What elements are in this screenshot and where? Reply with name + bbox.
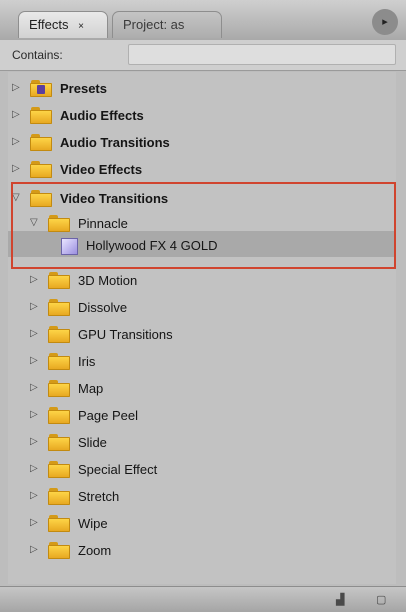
panel-tab-bar: Effects × Project: as ▸ xyxy=(0,0,406,40)
tree-item-label: Video Effects xyxy=(60,162,143,177)
folder-icon xyxy=(48,515,70,532)
tree-item-zoom[interactable]: ▷ Zoom xyxy=(8,538,396,564)
tree-item-wipe[interactable]: ▷ Wipe xyxy=(8,511,396,537)
expand-triangle-icon[interactable]: ▷ xyxy=(12,82,20,93)
contains-label: Contains: xyxy=(12,48,63,62)
folder-icon xyxy=(48,272,70,289)
expand-triangle-icon[interactable]: ▷ xyxy=(30,436,38,447)
expand-triangle-icon[interactable]: ▷ xyxy=(12,109,20,120)
tree-item-label: Slide xyxy=(78,435,107,450)
tree-item-label: Page Peel xyxy=(78,408,138,423)
expand-triangle-icon[interactable]: ▷ xyxy=(30,409,38,420)
effects-tree: ▷ Presets ▷ Audio Effects ▷ Audio Transi… xyxy=(8,72,396,584)
tree-item-audio-transitions[interactable]: ▷ Audio Transitions xyxy=(8,130,396,156)
new-bin-icon[interactable]: ▟ xyxy=(336,593,350,606)
tree-item-iris[interactable]: ▷ Iris xyxy=(8,349,396,375)
folder-icon xyxy=(48,542,70,559)
folder-icon xyxy=(48,407,70,424)
delete-icon[interactable]: ▢ xyxy=(376,593,390,606)
tree-item-stretch[interactable]: ▷ Stretch xyxy=(8,484,396,510)
panel-bottom-bar: ▟ ▢ xyxy=(0,586,406,612)
tree-item-label: Map xyxy=(78,381,104,396)
tree-item-page-peel[interactable]: ▷ Page Peel xyxy=(8,403,396,429)
tab-effects-label: Effects xyxy=(29,17,69,32)
tab-project[interactable]: Project: as xyxy=(112,11,222,38)
search-row: Contains: xyxy=(0,40,406,71)
tree-item-label: Iris xyxy=(78,354,96,369)
expand-triangle-icon[interactable]: ▷ xyxy=(30,382,38,393)
tree-item-label: Wipe xyxy=(78,516,108,531)
tree-item-presets[interactable]: ▷ Presets xyxy=(8,76,396,102)
tab-effects[interactable]: Effects × xyxy=(18,11,108,38)
tree-item-label: Presets xyxy=(60,81,107,96)
expand-triangle-icon[interactable]: ▷ xyxy=(12,136,20,147)
tree-item-special-effect[interactable]: ▷ Special Effect xyxy=(8,457,396,483)
tree-item-dissolve[interactable]: ▷ Dissolve xyxy=(8,295,396,321)
tree-item-label: Dissolve xyxy=(78,300,128,315)
folder-icon xyxy=(30,161,52,178)
tree-item-gpu-transitions[interactable]: ▷ GPU Transitions xyxy=(8,322,396,348)
panel-menu-icon[interactable]: ▸ xyxy=(372,9,398,35)
tree-item-slide[interactable]: ▷ Slide xyxy=(8,430,396,456)
folder-icon xyxy=(30,80,52,97)
tree-item-label: Stretch xyxy=(78,489,120,504)
expand-triangle-icon[interactable]: ▷ xyxy=(30,463,38,474)
tree-item-video-effects[interactable]: ▷ Video Effects xyxy=(8,157,396,183)
folder-icon xyxy=(48,461,70,478)
expand-triangle-icon[interactable]: ▷ xyxy=(12,163,20,174)
expand-triangle-icon[interactable]: ▷ xyxy=(30,274,38,285)
tab-project-label: Project: as xyxy=(123,17,185,32)
expand-triangle-icon[interactable]: ▷ xyxy=(30,544,38,555)
search-input[interactable] xyxy=(128,44,396,65)
tree-item-label: Zoom xyxy=(78,543,112,558)
expand-triangle-icon[interactable]: ▷ xyxy=(30,328,38,339)
tree-item-audio-effects[interactable]: ▷ Audio Effects xyxy=(8,103,396,129)
tree-item-label: Audio Effects xyxy=(60,108,144,123)
effects-panel: Effects × Project: as ▸ Contains: ▷ Pres… xyxy=(0,0,406,612)
folder-icon xyxy=(30,134,52,151)
tree-item-map[interactable]: ▷ Map xyxy=(8,376,396,402)
tree-item-3d-motion[interactable]: ▷ 3D Motion xyxy=(8,268,396,294)
tree-item-label: GPU Transitions xyxy=(78,327,173,342)
folder-icon xyxy=(48,380,70,397)
tree-item-label: Audio Transitions xyxy=(60,135,170,150)
expand-triangle-icon[interactable]: ▷ xyxy=(30,490,38,501)
folder-icon xyxy=(30,107,52,124)
folder-icon xyxy=(48,353,70,370)
tree-item-label: 3D Motion xyxy=(78,273,138,288)
tree-item-label: Special Effect xyxy=(78,462,158,477)
folder-icon xyxy=(48,326,70,343)
expand-triangle-icon[interactable]: ▷ xyxy=(30,517,38,528)
expand-triangle-icon[interactable]: ▷ xyxy=(30,301,38,312)
folder-icon xyxy=(48,434,70,451)
folder-icon xyxy=(48,299,70,316)
tab-close-icon[interactable]: × xyxy=(78,21,84,32)
highlight-annotation xyxy=(11,182,396,269)
folder-icon xyxy=(48,488,70,505)
expand-triangle-icon[interactable]: ▷ xyxy=(30,355,38,366)
